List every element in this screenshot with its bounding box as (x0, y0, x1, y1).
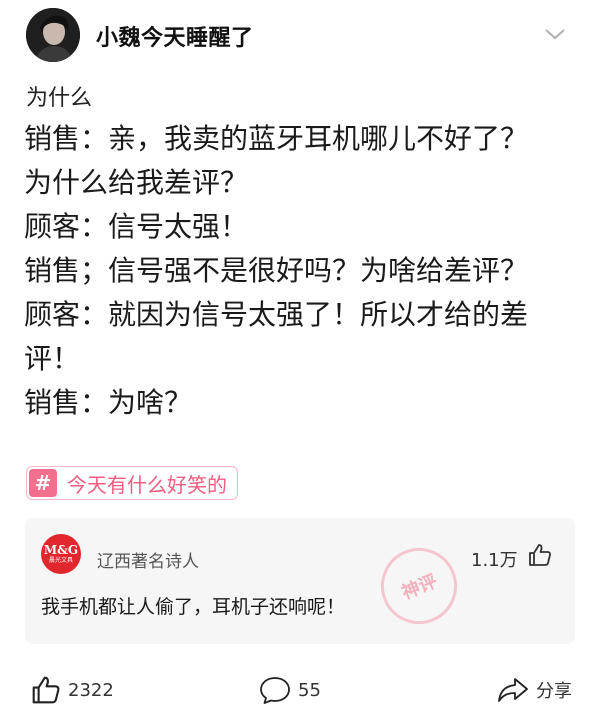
comment-avatar[interactable]: M&G 晨光文具 (41, 534, 81, 574)
post-line: 销售：亲，我卖的蓝牙耳机哪儿不好了？ (24, 122, 529, 155)
chevron-down-icon[interactable] (544, 26, 566, 42)
thumbs-up-icon (32, 676, 60, 704)
avatar-logo: M&G (43, 543, 79, 557)
post-body: 销售：亲，我卖的蓝牙耳机哪儿不好了？ 为什么给我差评？ 顾客：信号太强！ 销售；… (24, 117, 584, 425)
thumbs-up-icon[interactable] (527, 542, 553, 568)
post-line: 评！ (24, 342, 81, 375)
hashtag-icon: # (29, 469, 57, 497)
post-line: 顾客：就因为信号太强了！所以才给的差 (24, 298, 529, 331)
comment-author[interactable]: 辽西著名诗人 (97, 547, 199, 572)
post-line: 顾客：信号太强！ (24, 210, 249, 243)
avatar-logo-sub: 晨光文具 (48, 557, 73, 564)
like-button[interactable]: 2322 (30, 668, 114, 712)
avatar[interactable] (26, 8, 80, 62)
action-bar: 2322 55 分享 (0, 668, 600, 712)
post-header: 小魏今天睡醒了 (0, 0, 600, 72)
comment-text: 我手机都让人偷了，耳机子还响呢！ (41, 596, 346, 618)
topic-label: 今天有什么好笑的 (67, 472, 227, 497)
share-arrow-icon (498, 678, 528, 702)
post-line: 销售；信号强不是很好吗？为啥给差评？ (24, 254, 529, 287)
post-line: 为什么给我差评？ (24, 166, 249, 199)
top-comment-stamp: 神评 (369, 536, 469, 636)
post-title: 为什么 (26, 86, 93, 111)
comment-button[interactable]: 55 (258, 668, 321, 712)
topic-tag[interactable]: # 今天有什么好笑的 (26, 466, 238, 500)
like-count: 2322 (68, 679, 114, 701)
share-label: 分享 (536, 681, 572, 702)
avatar-image (26, 8, 80, 62)
comment-like-count: 1.1万 (471, 550, 518, 571)
username[interactable]: 小魏今天睡醒了 (96, 20, 254, 52)
post-line: 销售：为啥？ (24, 386, 193, 419)
top-comment-card[interactable]: M&G 晨光文具 辽西著名诗人 神评 1.1万 我手机都让人偷了，耳机子还响呢！ (25, 518, 575, 644)
comment-count: 55 (298, 679, 321, 701)
share-button[interactable]: 分享 (496, 668, 572, 712)
comment-bubble-icon (260, 677, 290, 704)
